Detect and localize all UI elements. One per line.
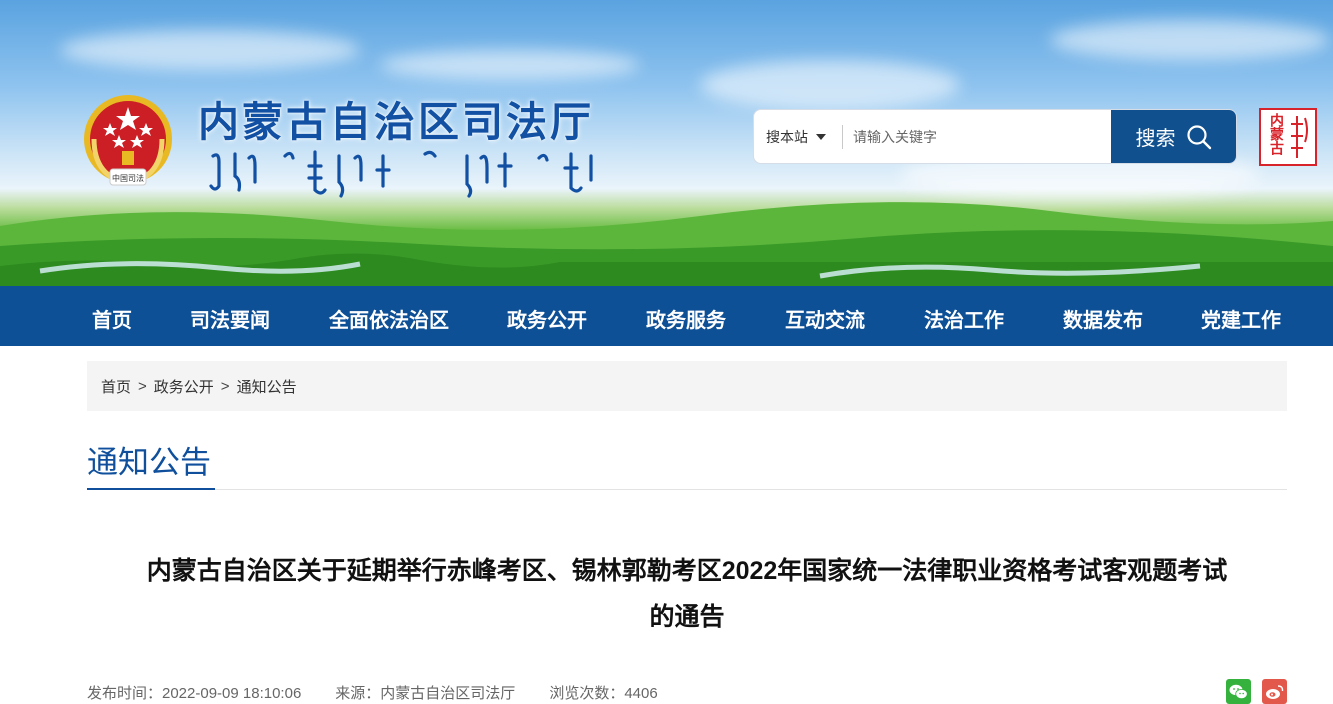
- chevron-down-icon: [816, 133, 826, 140]
- search-box: 搜本站 搜索: [753, 109, 1237, 164]
- nav-item-legal-work[interactable]: 法治工作: [924, 304, 1004, 333]
- section-underline: [87, 488, 215, 490]
- breadcrumb-home[interactable]: 首页: [101, 376, 131, 397]
- breadcrumb-separator: >: [220, 377, 230, 395]
- share-wechat-button[interactable]: [1226, 679, 1251, 704]
- nav-item-party-building[interactable]: 党建工作: [1201, 304, 1281, 333]
- share-weibo-button[interactable]: [1262, 679, 1287, 704]
- article-title-line: 的通告: [649, 603, 725, 631]
- nav-item-home[interactable]: 首页: [92, 304, 132, 333]
- view-count: 浏览次数：4406: [549, 685, 658, 702]
- emblem-caption: 中国司法: [112, 173, 144, 183]
- badge-text: 内蒙古: [1268, 112, 1284, 156]
- breadcrumb-separator: >: [138, 377, 147, 395]
- nav-item-rule-of-law[interactable]: 全面依法治区: [329, 304, 449, 333]
- nav-item-government-affairs[interactable]: 政务公开: [507, 304, 587, 333]
- search-button[interactable]: 搜索: [1111, 110, 1236, 163]
- nav-item-government-services[interactable]: 政务服务: [646, 304, 726, 333]
- cloud: [1050, 20, 1330, 60]
- nav-item-judicial-news[interactable]: 司法要闻: [190, 304, 270, 333]
- cloud: [700, 60, 960, 110]
- nav-item-interaction[interactable]: 互动交流: [785, 304, 865, 333]
- article-title: 内蒙古自治区关于延期举行赤峰考区、锡林郭勒考区2022年国家统一法律职业资格考试…: [87, 548, 1287, 640]
- cloud: [60, 30, 360, 70]
- search-icon: [1186, 124, 1211, 149]
- mongolian-script-logo: [209, 150, 593, 198]
- article-source: 来源：内蒙古自治区司法厅: [335, 685, 516, 702]
- section-divider: [87, 489, 1287, 490]
- search-scope-label: 搜本站: [766, 128, 808, 145]
- grassland-hills: [0, 202, 1333, 286]
- breadcrumb: 首页 > 政务公开 > 通知公告: [87, 361, 1287, 411]
- article-meta: 发布时间：2022-09-09 18:10:06 来源：内蒙古自治区司法厅 浏览…: [87, 682, 658, 703]
- site-title: 内蒙古自治区司法厅: [198, 99, 594, 145]
- main-nav: 首页 司法要闻 全面依法治区 政务公开 政务服务 互动交流 法治工作 数据发布 …: [0, 286, 1333, 346]
- breadcrumb-notices[interactable]: 通知公告: [237, 376, 297, 397]
- search-input[interactable]: [843, 110, 1111, 163]
- mongolian-badge[interactable]: 内蒙古: [1259, 108, 1317, 166]
- section-title: 通知公告: [87, 445, 211, 480]
- emblem-icon: 中国司法: [84, 95, 172, 186]
- mongolian-badge-icon: 内蒙古: [1268, 112, 1308, 158]
- weibo-icon: [1266, 684, 1284, 699]
- search-button-label: 搜索: [1135, 128, 1176, 150]
- site-header: 中国司法 内蒙古自治区司法厅 搜本站 搜索: [0, 0, 1333, 286]
- nav-item-data-release[interactable]: 数据发布: [1063, 304, 1143, 333]
- publish-time: 发布时间：2022-09-09 18:10:06: [87, 685, 302, 702]
- breadcrumb-government-affairs[interactable]: 政务公开: [154, 376, 214, 397]
- article-title-line: 内蒙古自治区关于延期举行赤峰考区、锡林郭勒考区2022年国家统一法律职业资格考试…: [146, 557, 1228, 585]
- wechat-icon: [1229, 684, 1248, 699]
- search-scope-select[interactable]: 搜本站: [754, 110, 842, 163]
- cloud: [380, 50, 640, 80]
